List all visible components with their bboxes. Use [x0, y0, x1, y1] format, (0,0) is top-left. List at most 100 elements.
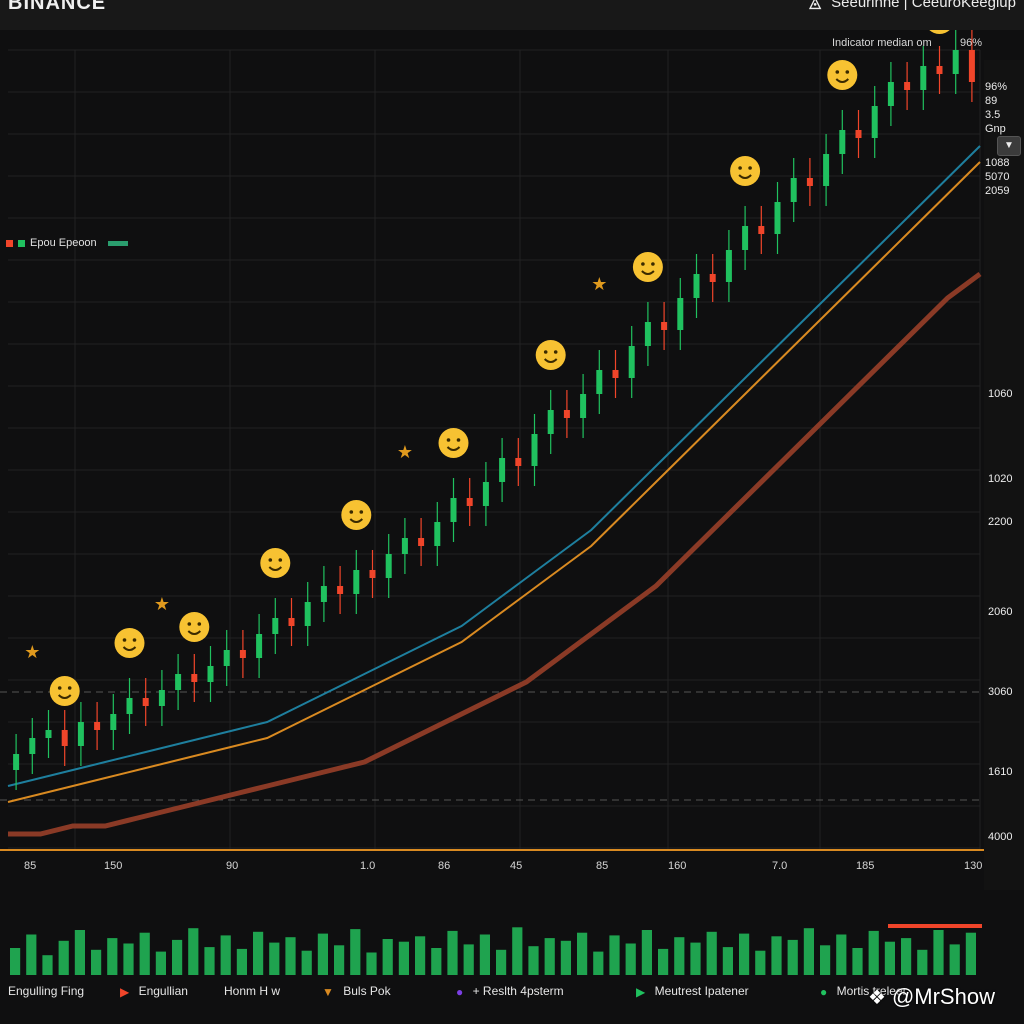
x-tick-label: 85 — [596, 860, 609, 872]
legend-label: Engullian — [138, 984, 188, 998]
series-legend-label: Epou Epeoon — [30, 237, 97, 249]
volume-bar — [26, 934, 37, 975]
ma-line-swatch — [107, 240, 128, 246]
volume-bar — [917, 949, 928, 975]
indicator-label: Indicator median om — [832, 37, 932, 49]
candle — [13, 754, 20, 770]
volume-bar — [301, 950, 312, 975]
brand-title[interactable]: BINANCE — [8, 0, 106, 15]
volume-bar — [350, 929, 361, 975]
emoji-eye — [456, 438, 461, 442]
emoji-eye — [641, 262, 645, 266]
volume-bar — [334, 945, 345, 975]
emoji-eye — [446, 438, 451, 442]
x-tick-label: 150 — [104, 860, 123, 872]
legend-item[interactable]: ▶ Engullian — [120, 984, 188, 999]
candle — [547, 410, 554, 434]
candle — [887, 82, 894, 106]
volume-bar — [447, 930, 458, 975]
candle — [466, 498, 473, 506]
legend-item[interactable]: Honm H w — [224, 984, 280, 998]
emoji-eye — [748, 166, 752, 170]
volume-bar — [58, 940, 69, 975]
panel-value: 1088 — [985, 157, 1010, 169]
candle — [774, 202, 781, 234]
legend-item[interactable]: ▶ Meutrest Ipatener — [636, 984, 749, 999]
star-icon: ★ — [397, 442, 413, 462]
emoji-icon — [49, 676, 80, 706]
top-right-menu[interactable]: ◬ Seeurinne | CeeuroKeegiup — [809, 0, 1016, 11]
candle — [385, 554, 392, 578]
legend-item[interactable]: ● + Reslth 4psterm — [456, 984, 564, 999]
volume-bar — [771, 936, 782, 975]
legend-item[interactable]: ▼ Buls Pok — [322, 984, 391, 999]
candle — [77, 722, 84, 746]
top-right-text: Seeurinne | CeeuroKeegiup — [831, 0, 1016, 11]
candle — [61, 730, 68, 746]
chevron-down-icon[interactable]: ▼ — [997, 136, 1021, 156]
panel-row: 89 — [985, 95, 998, 107]
emoji-icon — [632, 252, 663, 282]
candle — [450, 498, 457, 522]
x-tick-label: 86 — [438, 860, 451, 872]
candle — [806, 178, 813, 186]
volume-bar — [123, 943, 134, 975]
candle — [515, 458, 522, 466]
price-label: 2060 — [988, 606, 1013, 618]
emoji-eye — [187, 622, 192, 626]
candle — [191, 674, 198, 682]
candle — [482, 482, 489, 506]
circle-icon: ● — [820, 984, 828, 999]
volume-bar — [787, 939, 798, 975]
x-tick-label: 90 — [226, 860, 239, 872]
emoji-eye — [349, 510, 354, 514]
volume-bar — [641, 930, 652, 975]
volume-bar — [528, 946, 539, 975]
emoji-icon — [114, 628, 145, 658]
volume-bar — [544, 938, 555, 975]
legend-label: Engulling Fing — [8, 984, 85, 998]
x-tick-label: 185 — [856, 860, 875, 872]
price-label: 2200 — [988, 516, 1013, 528]
volume-bar — [317, 933, 328, 975]
candle — [758, 226, 765, 234]
emoji-eye — [57, 686, 62, 690]
emoji-eye — [122, 638, 127, 642]
candle — [239, 650, 246, 658]
candle — [223, 650, 230, 666]
watermark: ❖ @MrShow — [868, 984, 995, 1010]
panel-row: Gnp — [985, 123, 1006, 135]
candle — [94, 722, 101, 730]
emoji-icon — [438, 428, 469, 458]
volume-bar — [739, 933, 750, 975]
emoji-eye — [738, 166, 742, 170]
volume-bar — [593, 951, 604, 975]
candle — [158, 690, 165, 706]
x-tick-label: 160 — [668, 860, 687, 872]
volume-bar — [836, 934, 847, 975]
volume-bar — [220, 935, 231, 975]
indicator-percent: 96% — [959, 37, 982, 49]
price-chart[interactable]: ★ ★ ★ ★ — [0, 30, 1024, 980]
star-icon: ★ — [24, 642, 40, 662]
volume-bar — [690, 942, 701, 975]
volume-bar — [139, 932, 150, 975]
triangle-down-icon: ▼ — [322, 984, 334, 999]
emoji-eye — [67, 686, 72, 690]
candle — [709, 274, 716, 282]
candle — [936, 66, 943, 74]
candle — [401, 538, 408, 554]
watermark-text: @MrShow — [891, 984, 995, 1009]
volume-bar — [755, 950, 766, 975]
volume-bar — [803, 928, 814, 975]
series-legend[interactable]: Epou Epeoon — [6, 236, 128, 250]
panel-row: 96% — [985, 81, 1008, 93]
emoji-icon — [827, 60, 858, 90]
volume-bar — [10, 948, 21, 975]
star-icon: ★ — [154, 594, 170, 614]
candle — [742, 226, 749, 250]
circle-icon: ● — [456, 984, 464, 999]
legend-item[interactable]: Engulling Fing — [8, 984, 84, 998]
volume-bar — [674, 937, 685, 975]
emoji-eye — [553, 350, 558, 354]
